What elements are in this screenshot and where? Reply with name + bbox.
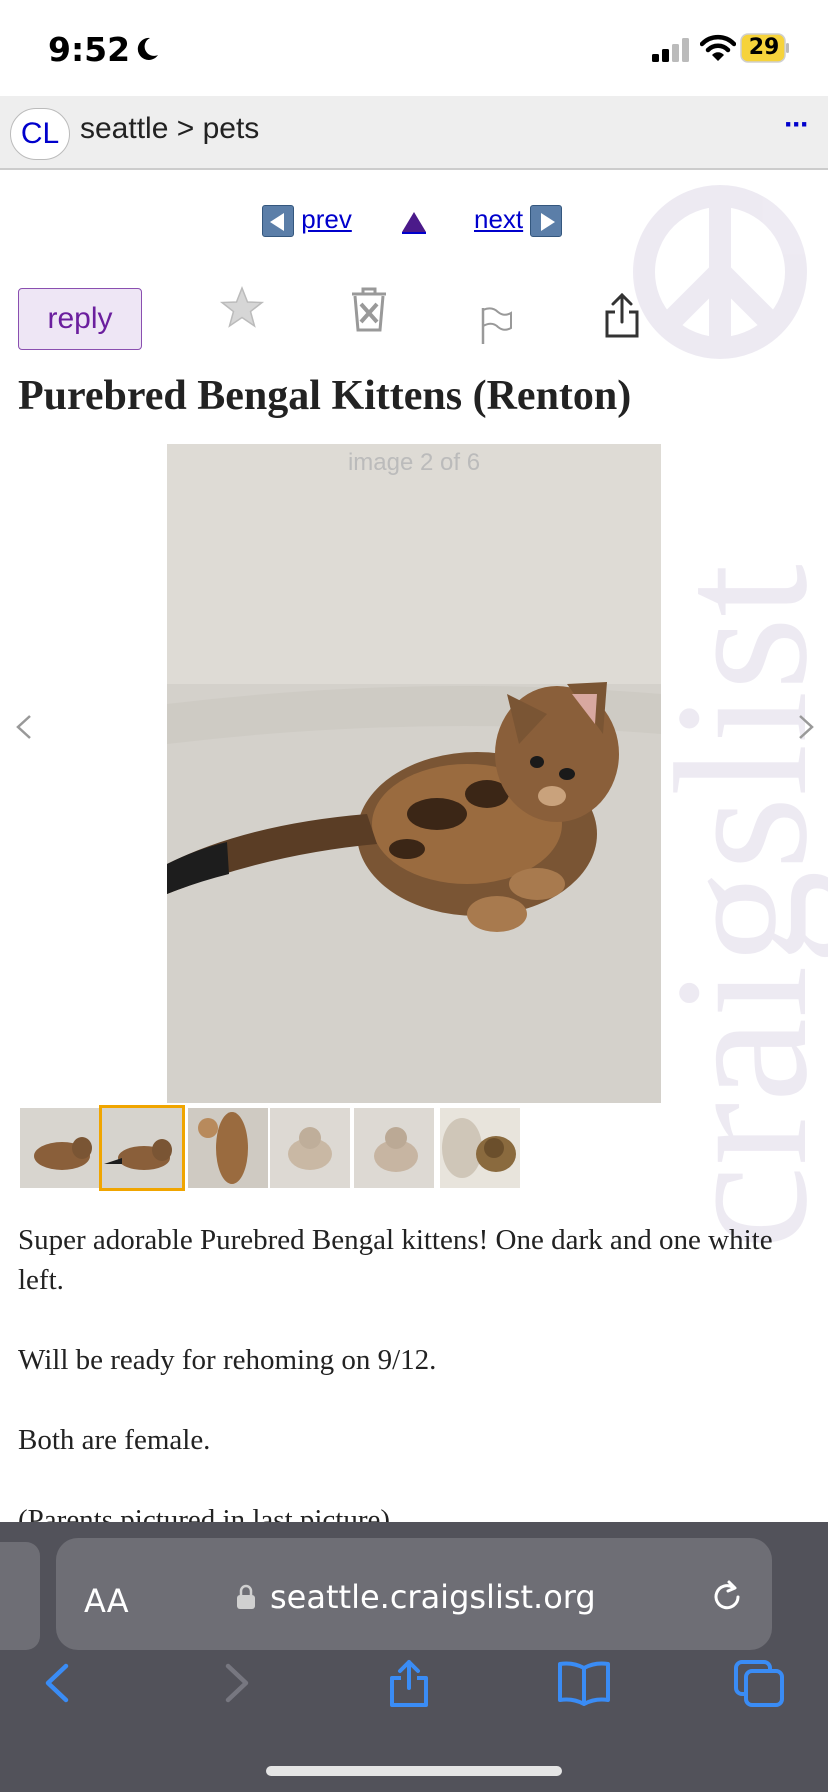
reply-button[interactable]: reply	[18, 288, 142, 350]
thumbnail-4[interactable]	[270, 1108, 350, 1188]
hide-trash-icon[interactable]	[346, 286, 392, 334]
reload-icon[interactable]	[708, 1578, 746, 1616]
prev-label[interactable]: prev	[301, 204, 352, 234]
moon-icon	[137, 37, 158, 60]
site-header: CL seattle > pets ···	[0, 96, 828, 170]
status-time: 9:52	[48, 30, 131, 69]
share-sheet-icon[interactable]	[382, 1658, 436, 1708]
wifi-icon	[700, 34, 736, 61]
image-prev-arrow-icon[interactable]	[10, 712, 40, 742]
lock-icon	[237, 1584, 255, 1609]
flag-icon[interactable]	[480, 306, 514, 346]
left-arrow-icon	[262, 205, 294, 238]
kitten-photo	[167, 444, 661, 1103]
image-counter: image 2 of 6	[347, 449, 481, 476]
browser-toolbar: AA seattle.craigslist.org	[0, 1522, 828, 1792]
thumbnail-1[interactable]	[20, 1108, 100, 1188]
status-bar: 9:52 29	[0, 0, 828, 96]
back-icon[interactable]	[32, 1658, 86, 1708]
home-indicator[interactable]	[266, 1766, 562, 1776]
url-text[interactable]: seattle.craigslist.org	[270, 1578, 596, 1616]
description-paragraph: Both are female.	[18, 1424, 211, 1456]
forward-icon[interactable]	[208, 1658, 262, 1708]
text-size-button[interactable]: AA	[84, 1582, 129, 1620]
thumbnail-5[interactable]	[354, 1108, 434, 1188]
prev-link[interactable]: prev	[262, 204, 352, 244]
image-next-arrow-icon[interactable]	[790, 712, 820, 742]
battery-level: 29	[748, 35, 780, 60]
post-title: Purebred Bengal Kittens (Renton)	[18, 373, 632, 419]
share-icon[interactable]	[602, 292, 642, 340]
more-menu-button[interactable]: ···	[784, 108, 810, 142]
thumbnail-2[interactable]	[99, 1105, 185, 1191]
description-paragraph: Super adorable Purebred Bengal kittens! …	[18, 1224, 773, 1296]
up-arrow-icon[interactable]	[400, 210, 428, 234]
next-label[interactable]: next	[474, 204, 523, 234]
craigslist-logo[interactable]: CL	[10, 108, 70, 160]
watermark-text: craigslist	[637, 564, 828, 1250]
bookmarks-icon[interactable]	[557, 1658, 611, 1708]
thumbnail-6[interactable]	[440, 1108, 520, 1188]
tabs-icon[interactable]	[732, 1658, 786, 1708]
main-listing-image[interactable]: image 2 of 6	[167, 444, 661, 1103]
star-icon[interactable]	[218, 284, 266, 332]
right-arrow-icon	[530, 205, 563, 238]
cellular-signal-icon	[652, 38, 689, 62]
breadcrumb[interactable]: seattle > pets	[80, 112, 259, 146]
previous-tab-edge[interactable]	[0, 1542, 40, 1650]
description-paragraph: Will be ready for rehoming on 9/12.	[18, 1344, 437, 1376]
thumbnail-3[interactable]	[188, 1108, 268, 1188]
next-link[interactable]: next	[474, 204, 563, 244]
